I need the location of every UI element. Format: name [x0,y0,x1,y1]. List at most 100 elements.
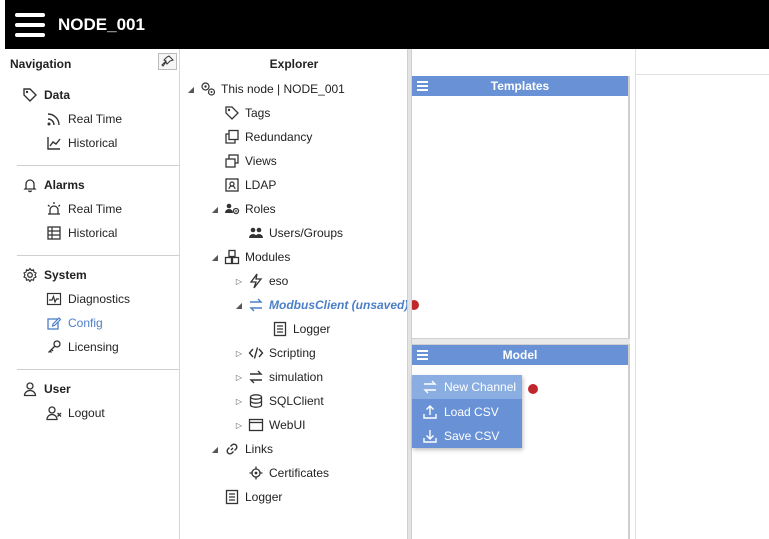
tree-item-users-groups[interactable]: Users/Groups [235,225,343,241]
menu-item-load-csv[interactable]: Load CSV [412,400,522,424]
nav-section-label: Alarms [44,178,85,192]
menu-item-label: New Channel [444,380,517,394]
nav-section-alarms[interactable]: Alarms [22,177,85,193]
nav-section-data[interactable]: Data [22,87,70,103]
tree-label: Users/Groups [269,226,344,240]
nav-item-alarms-historical[interactable]: Historical [46,225,117,241]
tag-icon [225,106,239,120]
user-icon [23,382,37,397]
expand-toggle-icon[interactable]: ▷ [235,349,243,358]
nav-item-data-realtime[interactable]: Real Time [46,111,122,127]
tree-item-views[interactable]: Views [211,153,277,169]
tree-item-scripting[interactable]: ▷ Scripting [235,345,316,361]
collapse-toggle-icon[interactable]: ◢ [211,445,219,454]
templates-title: Templates [490,79,550,93]
nav-section-label: System [44,268,87,282]
horizontal-splitter[interactable] [412,338,630,345]
model-menu-icon[interactable] [416,348,430,362]
tree-item-webui[interactable]: ▷ WebUI [235,417,306,433]
templates-menu-icon[interactable] [416,79,430,93]
explorer-panel: Explorer ◢ This node | NODE_001 Tags Red… [181,49,420,539]
expand-toggle-icon[interactable]: ▷ [235,277,243,286]
expand-toggle-icon[interactable]: ▷ [235,373,243,382]
templates-header: Templates [412,76,628,96]
collapse-toggle-icon[interactable]: ◢ [235,301,243,310]
nav-item-logout[interactable]: Logout [46,405,105,421]
nav-item-label: Logout [68,406,105,420]
swap-icon [249,370,263,384]
line-chart-icon [47,137,61,150]
tree-label: LDAP [245,178,277,192]
model-header: Model [412,345,628,365]
nav-section-user[interactable]: User [22,381,71,397]
tree-item-redundancy[interactable]: Redundancy [211,129,312,145]
tree-label: Roles [245,202,276,216]
tree-item-sqlclient[interactable]: ▷ SQLClient [235,393,324,409]
nav-item-label: Historical [68,226,118,240]
tree-item-ldap[interactable]: LDAP [211,177,276,193]
gears-icon [201,82,216,96]
right-pane-header-line [636,74,769,75]
table-icon [47,226,61,240]
tree-item-modbus-logger[interactable]: Logger [259,321,330,337]
menu-item-new-channel[interactable]: New Channel [412,375,522,399]
code-icon [248,347,264,359]
menu-item-save-csv[interactable]: Save CSV [412,424,522,448]
nav-item-licensing[interactable]: Licensing [46,339,119,355]
tree-label: eso [269,274,289,288]
bell-icon [23,179,37,193]
tree-label: Tags [245,106,271,120]
nav-item-data-historical[interactable]: Historical [46,135,117,151]
menu-item-label: Save CSV [444,429,500,443]
pin-icon[interactable] [158,53,177,70]
expand-toggle-icon[interactable]: ▷ [235,397,243,406]
log-icon [225,489,239,505]
tree-item-tags[interactable]: Tags [211,105,270,121]
tree-item-logger[interactable]: Logger [211,489,282,505]
nav-item-label: Historical [68,136,118,150]
edit-icon [47,317,62,330]
tree-item-links[interactable]: ◢ Links [211,441,273,457]
tree-item-root[interactable]: ◢ This node | NODE_001 [187,81,345,97]
collapse-toggle-icon[interactable]: ◢ [187,85,195,94]
nav-item-diagnostics[interactable]: Diagnostics [46,291,130,307]
users-icon [249,227,263,238]
nav-item-alarms-realtime[interactable]: Real Time [46,201,122,217]
tree-item-eso[interactable]: ▷ eso [235,273,288,289]
gear-icon [23,267,37,283]
nav-divider [17,255,179,256]
collapse-toggle-icon[interactable]: ◢ [211,205,219,214]
tree-label: This node | NODE_001 [221,82,345,96]
rss-icon [47,113,60,126]
tree-label: simulation [269,370,324,384]
nav-divider [17,165,179,166]
hamburger-menu-icon[interactable] [15,13,45,37]
bolt-icon [249,273,263,289]
model-title: Model [502,348,538,362]
collapse-toggle-icon[interactable]: ◢ [211,253,219,262]
tree-label: Redundancy [245,130,313,144]
swap-icon [249,298,263,312]
tree-item-certificates[interactable]: Certificates [235,465,329,481]
tag-icon [23,88,37,102]
tree-label: Logger [293,322,331,336]
nav-item-label: Config [68,316,103,330]
tree-label: Scripting [269,346,316,360]
navigation-panel: Navigation Data Real Time Historical Ala… [5,49,180,539]
nav-section-label: User [44,382,71,396]
menu-item-label: Load CSV [444,405,499,419]
tree-label: Views [245,154,277,168]
tree-item-roles[interactable]: ◢ Roles [211,201,276,217]
key-icon [48,340,61,353]
tree-label: Certificates [269,466,330,480]
expand-toggle-icon[interactable]: ▷ [235,421,243,430]
nav-item-config[interactable]: Config [46,315,103,331]
browser-window-icon [248,418,264,432]
tree-item-modbusclient[interactable]: ◢ ModbusClient (unsaved) [235,297,420,313]
nav-section-system[interactable]: System [22,267,87,283]
tree-item-simulation[interactable]: ▷ simulation [235,369,323,385]
cubes-icon [224,249,240,265]
swap-icon [423,380,437,394]
tree-label-unsaved: ModbusClient (unsaved) [269,298,409,312]
tree-item-modules[interactable]: ◢ Modules [211,249,290,265]
